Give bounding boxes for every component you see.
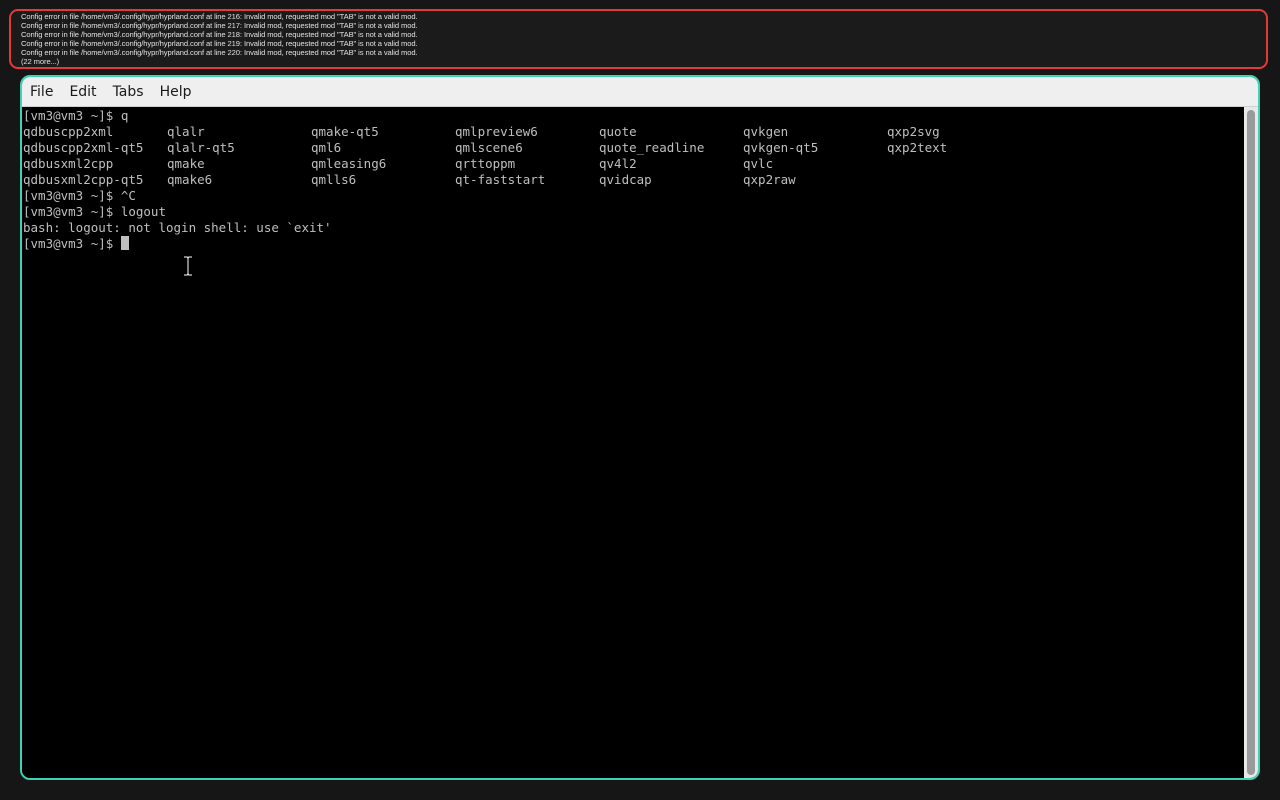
completion-item: qdbuscpp2xml [23, 124, 114, 139]
completion-row: qdbusxml2cpp-qt5 qmake6 qmlls6 qt-fastst… [23, 172, 1244, 188]
completion-item: qmlpreview6 [455, 124, 538, 139]
completion-item: qvidcap [599, 172, 652, 187]
completion-item: qt-faststart [455, 172, 546, 187]
error-line: Config error in file /home/vm3/.config/h… [21, 48, 418, 57]
completion-item: qmake-qt5 [311, 124, 379, 139]
completion-item: qmlls6 [311, 172, 357, 187]
scrollbar[interactable] [1244, 107, 1258, 778]
terminal-output[interactable]: [vm3@vm3 ~]$ q qdbuscpp2xml qlalr qmake-… [22, 107, 1244, 778]
completion-row: qdbuscpp2xml qlalr qmake-qt5 qmlpreview6… [23, 124, 1244, 140]
ibeam-cursor-icon [184, 256, 192, 276]
menu-bar: File Edit Tabs Help [22, 77, 1258, 107]
completion-item: qvkgen [743, 124, 789, 139]
completion-item: quote [599, 124, 637, 139]
prompt-text: [vm3@vm3 ~]$ [23, 236, 121, 251]
completion-item: qmlscene6 [455, 140, 523, 155]
completion-item: qxp2raw [743, 172, 796, 187]
terminal-window[interactable]: File Edit Tabs Help [vm3@vm3 ~]$ q qdbus… [20, 75, 1260, 780]
error-more-count: (22 more...) [21, 57, 60, 66]
completion-item: qdbuscpp2xml-qt5 [23, 140, 144, 155]
completion-row: qdbuscpp2xml-qt5 qlalr-qt5 qml6 qmlscene… [23, 140, 1244, 156]
completion-item: qrttoppm [455, 156, 516, 171]
menu-tabs[interactable]: Tabs [113, 84, 152, 100]
menu-help[interactable]: Help [160, 84, 200, 100]
error-line: Config error in file /home/vm3/.config/h… [21, 12, 418, 21]
completion-row: qdbusxml2cpp qmake qmleasing6 qrttoppm q… [23, 156, 1244, 172]
completion-item: qxp2text [887, 140, 948, 155]
prompt-line: [vm3@vm3 ~]$ q [23, 108, 129, 123]
completion-item: qdbusxml2cpp-qt5 [23, 172, 144, 187]
error-line: Config error in file /home/vm3/.config/h… [21, 39, 418, 48]
prompt-line: [vm3@vm3 ~]$ logout [23, 204, 166, 219]
scrollbar-thumb[interactable] [1247, 110, 1255, 775]
config-error-banner: Config error in file /home/vm3/.config/h… [9, 9, 1268, 69]
completion-item: qlalr-qt5 [167, 140, 235, 155]
menu-file[interactable]: File [30, 84, 61, 100]
completion-item: qlalr [167, 124, 205, 139]
completion-item: qxp2svg [887, 124, 940, 139]
completion-item: qml6 [311, 140, 342, 155]
completion-item: qvlc [743, 156, 774, 171]
completion-item: qmake [167, 156, 205, 171]
output-line: bash: logout: not login shell: use `exit… [23, 220, 332, 235]
text-cursor [120, 236, 129, 250]
completion-item: quote_readline [599, 140, 705, 155]
completion-item: qv4l2 [599, 156, 637, 171]
completion-item: qmake6 [167, 172, 213, 187]
active-prompt-line[interactable]: [vm3@vm3 ~]$ [23, 236, 1244, 252]
completion-item: qmleasing6 [311, 156, 387, 171]
error-line: Config error in file /home/vm3/.config/h… [21, 21, 418, 30]
prompt-line: [vm3@vm3 ~]$ ^C [23, 188, 136, 203]
error-line: Config error in file /home/vm3/.config/h… [21, 30, 418, 39]
completion-item: qdbusxml2cpp [23, 156, 114, 171]
completion-item: qvkgen-qt5 [743, 140, 819, 155]
menu-edit[interactable]: Edit [69, 84, 104, 100]
